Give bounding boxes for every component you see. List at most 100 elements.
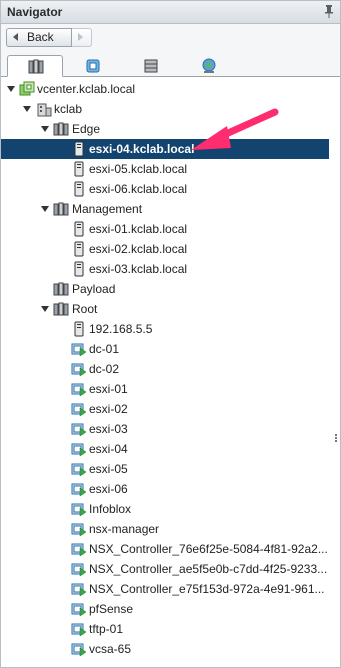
vm-powered-on-icon <box>71 523 87 537</box>
tree-label: NSX_Controller_ae5f5e0b-c7dd-4f25-9233..… <box>89 562 328 576</box>
history-bar: Back <box>1 24 340 52</box>
tree-label: esxi-03.kclab.local <box>89 262 188 276</box>
tree-node-vm[interactable]: nsx-manager <box>1 519 329 539</box>
tree-label: 192.168.5.5 <box>89 322 153 336</box>
tree-node-host-192-168-5-5[interactable]: 192.168.5.5 <box>1 319 329 339</box>
vm-powered-on-icon <box>71 383 87 397</box>
tab-storage[interactable] <box>123 55 179 76</box>
tree-node-host-esxi-06[interactable]: esxi-06.kclab.local <box>1 179 329 199</box>
tree-node-vm[interactable]: esxi-01 <box>1 379 329 399</box>
tree-node-host-esxi-01[interactable]: esxi-01.kclab.local <box>1 219 329 239</box>
panel-title-text: Navigator <box>7 5 63 19</box>
tree-node-cluster-root[interactable]: Root <box>1 299 329 319</box>
pin-icon[interactable] <box>324 5 334 18</box>
forward-arrow-icon <box>78 33 83 41</box>
host-icon <box>74 241 84 257</box>
annotation-arrow-icon <box>191 108 279 150</box>
forward-button[interactable] <box>72 28 92 47</box>
tree-node-host-esxi-05[interactable]: esxi-05.kclab.local <box>1 159 329 179</box>
tree-node-vm[interactable]: esxi-04 <box>1 439 329 459</box>
vm-powered-on-icon <box>71 423 87 437</box>
tree-label: Root <box>72 302 98 316</box>
back-button-label: Back <box>27 30 54 44</box>
tree-node-vm[interactable]: esxi-03 <box>1 419 329 439</box>
tree-node-host-esxi-02[interactable]: esxi-02.kclab.local <box>1 239 329 259</box>
vm-powered-on-icon <box>71 543 87 557</box>
host-icon <box>74 221 84 237</box>
vm-powered-on-icon <box>71 623 87 637</box>
tree-node-vm[interactable]: esxi-02 <box>1 399 329 419</box>
cluster-icon <box>53 122 69 136</box>
host-icon <box>74 161 84 177</box>
cluster-icon <box>53 282 69 296</box>
tab-hosts-clusters[interactable] <box>7 55 63 77</box>
vm-powered-on-icon <box>71 463 87 477</box>
tab-vms-templates[interactable] <box>65 55 121 76</box>
tree-label: NSX_Controller_e75f153d-972a-4e91-961... <box>89 582 325 596</box>
tree-label: dc-02 <box>89 362 120 376</box>
vm-powered-on-icon <box>71 363 87 377</box>
vms-templates-icon <box>86 59 100 73</box>
datacenter-icon <box>37 103 52 117</box>
expand-toggle-icon[interactable] <box>7 86 15 92</box>
tree-node-vm[interactable]: NSX_Controller_76e6f25e-5084-4f81-92a2..… <box>1 539 329 559</box>
tree-label: dc-01 <box>89 342 120 356</box>
tree-node-host-esxi-03[interactable]: esxi-03.kclab.local <box>1 259 329 279</box>
panel-title: Navigator <box>1 1 340 24</box>
host-icon <box>74 141 84 157</box>
navigator-tabs <box>1 52 340 77</box>
vcenter-icon <box>19 81 35 96</box>
hosts-clusters-icon <box>28 59 44 74</box>
tab-networking[interactable] <box>181 55 237 76</box>
tree-label: nsx-manager <box>89 522 160 536</box>
tree-label: esxi-01 <box>89 382 128 396</box>
tree-node-vm[interactable]: vcsa-65 <box>1 639 329 659</box>
vm-powered-on-icon <box>71 603 87 617</box>
tree-node-vm[interactable]: pfSense <box>1 599 329 619</box>
tree-label: kclab <box>54 102 83 116</box>
tree-label: esxi-06 <box>89 482 128 496</box>
tree-label: pfSense <box>89 602 134 616</box>
vm-powered-on-icon <box>71 503 87 517</box>
back-button[interactable]: Back <box>6 28 72 47</box>
tree-node-vm[interactable]: Infoblox <box>1 499 329 519</box>
tree-node-vm[interactable]: esxi-05 <box>1 459 329 479</box>
vm-powered-on-icon <box>71 403 87 417</box>
grip-icon <box>334 433 338 443</box>
tree-node-vcenter[interactable]: vcenter.kclab.local <box>1 79 329 99</box>
cluster-icon <box>53 202 69 216</box>
tree-node-cluster-management[interactable]: Management <box>1 199 329 219</box>
tree-node-vm[interactable]: NSX_Controller_ae5f5e0b-c7dd-4f25-9233..… <box>1 559 329 579</box>
tree-label: esxi-05.kclab.local <box>89 162 188 176</box>
tree-node-vm[interactable]: NSX_Controller_e75f153d-972a-4e91-961... <box>1 579 329 599</box>
tree-label: NSX_Controller_76e6f25e-5084-4f81-92a2..… <box>89 542 328 556</box>
resize-handle[interactable] <box>330 77 340 667</box>
tree-label: esxi-02.kclab.local <box>89 242 188 256</box>
expand-toggle-icon[interactable] <box>41 306 49 312</box>
vm-powered-on-icon <box>71 583 87 597</box>
tree-node-vm[interactable]: dc-01 <box>1 339 329 359</box>
vm-powered-on-icon <box>71 343 87 357</box>
tree-node-vm[interactable]: tftp-01 <box>1 619 329 639</box>
navigator-panel: Navigator Back vcenter.kclab.local kclab… <box>0 0 341 668</box>
networking-icon <box>202 58 216 73</box>
tree-label: Payload <box>72 282 116 296</box>
tree-label: esxi-02 <box>89 402 128 416</box>
tree-node-cluster-payload[interactable]: Payload <box>1 279 329 299</box>
storage-icon <box>144 59 158 73</box>
tree-label: esxi-06.kclab.local <box>89 182 188 196</box>
tree-label: esxi-05 <box>89 462 128 476</box>
tree-node-vm[interactable]: esxi-06 <box>1 479 329 499</box>
tree-label: esxi-04 <box>89 442 128 456</box>
expand-toggle-icon[interactable] <box>41 126 49 132</box>
vm-powered-on-icon <box>71 643 87 657</box>
back-arrow-icon <box>13 33 18 41</box>
host-icon <box>74 181 84 197</box>
tree-label: esxi-04.kclab.local <box>89 142 195 156</box>
tree-label: Edge <box>72 122 101 136</box>
tree-node-vm[interactable]: dc-02 <box>1 359 329 379</box>
expand-toggle-icon[interactable] <box>23 106 31 112</box>
inventory-tree: vcenter.kclab.local kclab Edge esxi-04.k… <box>1 77 340 667</box>
cluster-icon <box>53 302 69 316</box>
expand-toggle-icon[interactable] <box>41 206 49 212</box>
